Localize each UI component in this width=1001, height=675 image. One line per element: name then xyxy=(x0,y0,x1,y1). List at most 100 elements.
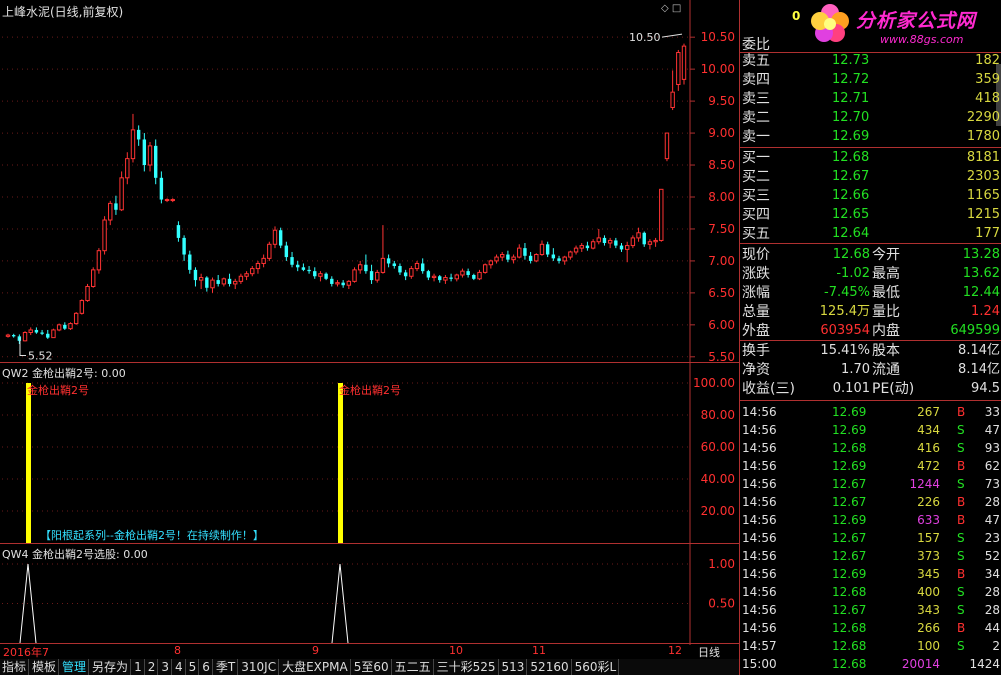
bottom-tab[interactable]: 五二五 xyxy=(393,659,434,675)
candle-body-down xyxy=(136,129,141,140)
tick-price: 12.67 xyxy=(832,531,867,545)
bid-volume: 177 xyxy=(975,226,1000,241)
ask-label: 卖一 xyxy=(742,129,770,145)
stat-label: 股本 xyxy=(872,343,900,359)
tick-volume: 1244 xyxy=(909,477,940,491)
candle-body-down xyxy=(602,237,607,244)
candle-body-up xyxy=(210,279,215,289)
bottom-tab[interactable]: 513 xyxy=(500,659,528,675)
candle-body-up xyxy=(79,300,85,314)
kline-chart[interactable]: 10.50 10.00 9.50 9.00 8.50 8.00 7.50 7.00 6.50 6.… xyxy=(0,0,739,363)
candle-body-up xyxy=(130,129,136,160)
candle-body-up xyxy=(431,275,437,279)
tick-count: 52 xyxy=(984,549,1000,563)
tick-volume: 266 xyxy=(917,621,940,635)
signal-spike xyxy=(331,563,349,644)
bottom-tab[interactable]: 310JC xyxy=(239,659,280,675)
ask-label: 卖二 xyxy=(742,110,770,126)
candle-body-down xyxy=(420,263,425,272)
tick-side: S xyxy=(957,603,965,617)
candle-body-up xyxy=(653,239,658,243)
candle-body-up xyxy=(511,256,516,261)
candle-body-up xyxy=(346,280,352,286)
bottom-tab[interactable]: 模板 xyxy=(30,659,60,675)
candle-body-up xyxy=(670,91,675,108)
candle-body-up xyxy=(164,199,170,202)
quote-value: 603954 xyxy=(820,323,870,338)
bottom-tab[interactable]: 季T xyxy=(214,659,239,675)
bid-label: 买四 xyxy=(742,207,770,223)
toggle-icon[interactable]: ◇ □ xyxy=(661,3,681,14)
tick-time: 14:56 xyxy=(742,405,777,419)
y-tick-label: 8.50 xyxy=(708,158,735,172)
bottom-tab[interactable]: 5 xyxy=(187,659,200,675)
bottom-tab[interactable]: 3 xyxy=(159,659,172,675)
bottom-tab[interactable]: 52160 xyxy=(528,659,572,675)
tick-price: 12.69 xyxy=(832,459,867,473)
bottom-tab[interactable]: 另存为 xyxy=(90,659,132,675)
bottom-tab[interactable]: 5至60 xyxy=(352,659,392,675)
candle-body-up xyxy=(352,269,357,282)
bottom-tab[interactable]: 2 xyxy=(146,659,159,675)
indicator2-header: QW4 金枪出鞘2号选股: 0.00 xyxy=(2,548,148,561)
candle-body-up xyxy=(68,323,73,330)
bottom-tab[interactable]: 560彩L xyxy=(573,659,620,675)
quote-value: 13.62 xyxy=(962,266,1000,281)
tick-count: 47 xyxy=(984,513,1000,527)
y-tick-label: 5.50 xyxy=(708,350,735,363)
tick-price: 12.69 xyxy=(832,405,867,419)
candle-body-down xyxy=(585,245,590,249)
y-tick-label: 9.50 xyxy=(708,94,735,108)
tick-time: 15:00 xyxy=(742,657,777,671)
indicator1-panel[interactable]: 100.00 80.00 60.00 40.00 20.00 QW2 金枪出鞘2号: 0… xyxy=(0,363,739,544)
tick-side: B xyxy=(957,621,966,635)
candle-body-up xyxy=(147,145,153,166)
tick-price: 12.67 xyxy=(832,603,867,617)
candle-body-down xyxy=(426,271,431,278)
candle-body-down xyxy=(619,245,624,250)
bottom-tab[interactable]: 指标 xyxy=(0,659,30,675)
quote-panel: 0 分析家公式网 www.88gs.com 委比 卖五 12.73 182 卖四 12.… xyxy=(739,0,1001,675)
bottom-tab-bar: 指标 模板 管理 另存为 1 2 3 4 5 6 季T 310JC 大盘EXPMA 5至60 五二五 三十彩5… xyxy=(0,659,739,675)
candle-body-up xyxy=(357,264,363,271)
bottom-tab[interactable]: 大盘EXPMA xyxy=(280,659,351,675)
tick-volume: 373 xyxy=(917,549,940,563)
candle-body-down xyxy=(364,264,368,272)
candle-body-up xyxy=(125,158,130,179)
candle-body-down xyxy=(392,263,396,267)
candle-body-down xyxy=(614,240,618,246)
tick-price: 12.68 xyxy=(832,585,867,599)
bottom-tab[interactable]: 管理 xyxy=(60,659,90,675)
bottom-tab[interactable]: 6 xyxy=(200,659,213,675)
ask-volume: 2290 xyxy=(966,110,1000,125)
candle-body-up xyxy=(272,229,278,245)
ask-volume: 418 xyxy=(975,91,1000,106)
tick-price: 12.68 xyxy=(832,639,867,653)
candle-body-down xyxy=(284,245,289,258)
bid-price: 12.68 xyxy=(832,150,870,165)
candle-body-up xyxy=(454,274,459,280)
indicator2-panel[interactable]: 1.00 0.50 QW4 金枪出鞘2号选股: 0.00 xyxy=(0,544,739,645)
quote-value: 12.68 xyxy=(832,247,870,262)
period-label[interactable]: 日线 xyxy=(698,644,720,660)
watermark-url: www.88gs.com xyxy=(880,33,964,46)
bottom-tab[interactable]: 1 xyxy=(132,659,145,675)
high-label: 10.50 xyxy=(629,31,661,44)
quote-label: 涨幅 xyxy=(742,285,770,301)
stat-label: 换手 xyxy=(742,343,770,359)
bid-price: 12.66 xyxy=(832,188,870,203)
candle-body-down xyxy=(386,258,391,264)
candle-body-down xyxy=(11,335,16,337)
main-chart-panel[interactable]: 10.50 10.00 9.50 9.00 8.50 8.00 7.50 7.00 6.50 6.… xyxy=(0,0,739,363)
signal-bar xyxy=(26,383,31,543)
bottom-tab[interactable]: 三十彩525 xyxy=(435,659,499,675)
bottom-tab[interactable]: 4 xyxy=(173,659,186,675)
stat-value: 8.14亿 xyxy=(958,343,1000,358)
tick-price: 12.69 xyxy=(832,423,867,437)
tick-volume: 267 xyxy=(917,405,940,419)
tick-count: 28 xyxy=(984,495,1000,509)
bid-label: 买五 xyxy=(742,226,770,242)
tick-price: 12.69 xyxy=(832,567,867,581)
ask-volume: 1780 xyxy=(966,129,1000,144)
x-label: 12 xyxy=(668,644,682,657)
